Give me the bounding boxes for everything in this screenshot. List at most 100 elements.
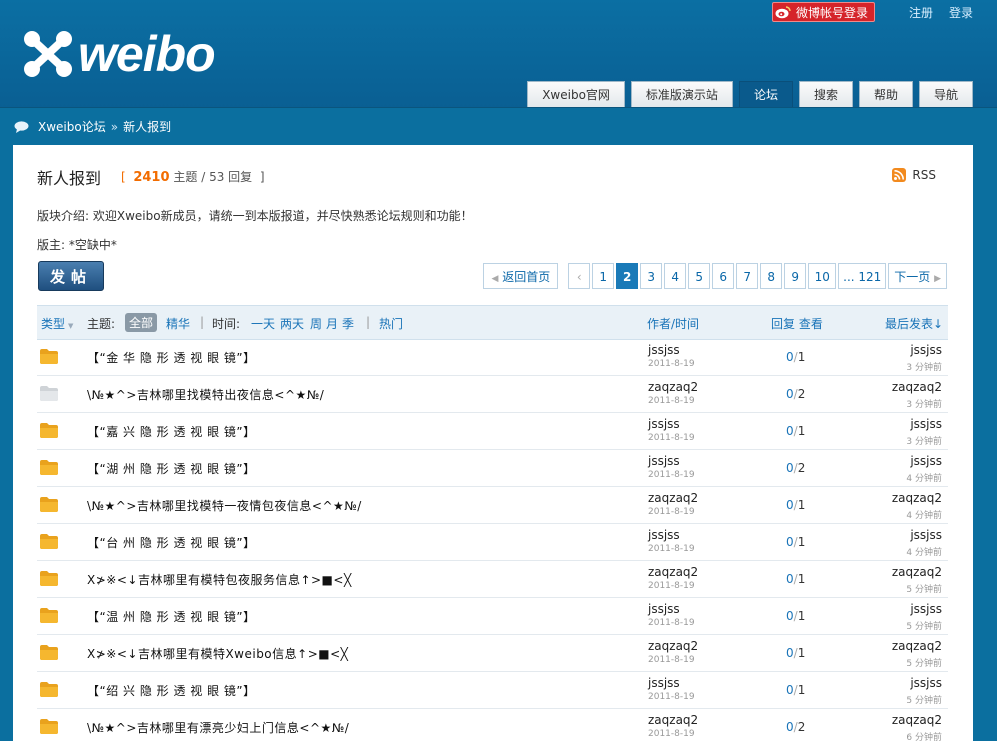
view-count: 2 (797, 387, 806, 401)
new-post-button[interactable]: 发帖 (38, 261, 104, 291)
column-last-post[interactable]: 最后发表↓ (885, 315, 943, 332)
column-author-time[interactable]: 作者/时间 (647, 315, 699, 332)
thread-author[interactable]: jssjss (648, 454, 680, 468)
last-post-user[interactable]: jssjss (910, 454, 942, 468)
nav-tab-demo-site[interactable]: 标准版演示站 (630, 81, 733, 107)
column-replies-views[interactable]: 回复 查看 (771, 315, 823, 332)
pager-page-3[interactable]: 3 (640, 263, 663, 289)
logo-text: weibo (78, 26, 216, 82)
last-post-user[interactable]: jssjss (910, 343, 942, 357)
register-link[interactable]: 注册 (909, 4, 933, 21)
thread-date: 2011-8-19 (648, 729, 695, 739)
pager-last-page[interactable]: ... 121 (838, 263, 887, 289)
nav-tab-search[interactable]: 搜索 (798, 81, 853, 107)
main-nav: Xweibo官网 标准版演示站 论坛 搜索 帮助 导航 (521, 81, 973, 108)
last-post-user[interactable]: jssjss (910, 602, 942, 616)
thread-row: \№★^>吉林哪里找模特一夜情包夜信息<^★№/ zaqzaq2 2011-8-19… (37, 487, 948, 524)
pagination: ◀ 返回首页 ‹ 1 2 3 4 5 6 7 8 9 10 ... 121 下一… (481, 263, 947, 289)
pager-page-8[interactable]: 8 (760, 263, 783, 289)
thread-title[interactable]: 【“绍 兴 隐 形 透 视 眼 镜”】 (87, 682, 256, 699)
thread-row: X≯※<↓吉林哪里有模特包夜服务信息↑>■<╳ zaqzaq2 2011-8-19 0… (37, 561, 948, 598)
filter-month[interactable]: 月 (326, 315, 338, 332)
nav-tab-help[interactable]: 帮助 (858, 81, 913, 107)
thread-author[interactable]: jssjss (648, 676, 680, 690)
breadcrumb-separator: » (110, 119, 119, 134)
thread-title[interactable]: 【“温 州 隐 形 透 视 眼 镜”】 (87, 608, 256, 625)
forum-stats: [ 2410 主题 / 53 回复 ] (121, 168, 265, 185)
forum-intro: 版块介绍: 欢迎Xweibo新成员，请统一到本版报道，并尽快熟悉论坛规则和功能！ (37, 209, 473, 223)
view-count: 1 (797, 683, 806, 697)
rss-link[interactable]: RSS (892, 168, 936, 182)
thread-author[interactable]: jssjss (648, 528, 680, 542)
thread-author[interactable]: zaqzaq2 (648, 713, 698, 727)
view-count: 1 (797, 609, 806, 623)
pager-page-6[interactable]: 6 (712, 263, 735, 289)
thread-title[interactable]: 【“湖 州 隐 形 透 视 眼 镜”】 (87, 460, 256, 477)
login-link[interactable]: 登录 (949, 4, 973, 21)
thread-author[interactable]: jssjss (648, 343, 680, 357)
last-post-user[interactable]: zaqzaq2 (892, 713, 942, 727)
thread-title[interactable]: 【“嘉 兴 隐 形 透 视 眼 镜”】 (87, 423, 256, 440)
pager-page-7[interactable]: 7 (736, 263, 759, 289)
last-post-user[interactable]: jssjss (910, 417, 942, 431)
filter-one-day[interactable]: 一天 (251, 315, 275, 332)
last-post-time: 3 分钟前 (906, 400, 942, 410)
breadcrumb-current: 新人报到 (123, 120, 172, 134)
filter-digest[interactable]: 精华 (166, 315, 190, 332)
thread-title[interactable]: \№★^>吉林哪里找模特一夜情包夜信息<^★№/ (87, 497, 362, 514)
last-post-user[interactable]: zaqzaq2 (892, 380, 942, 394)
stats-bracket-close: ] (259, 170, 265, 184)
folder-icon (40, 497, 58, 512)
pager-next[interactable]: 下一页 ▶ (888, 263, 947, 289)
weibo-x-logo-icon (24, 31, 72, 77)
thread-author[interactable]: zaqzaq2 (648, 565, 698, 579)
thread-title[interactable]: 【“台 州 隐 形 透 视 眼 镜”】 (87, 534, 256, 551)
pager-page-1[interactable]: 1 (592, 263, 615, 289)
reply-count-label: 回复 (228, 170, 253, 184)
sina-weibo-icon (775, 6, 791, 19)
last-post-user[interactable]: zaqzaq2 (892, 491, 942, 505)
filter-hot[interactable]: 热门 (379, 315, 403, 332)
nav-tab-navigation[interactable]: 导航 (918, 81, 973, 107)
nav-tab-xweibo-official[interactable]: Xweibo官网 (527, 81, 625, 107)
last-post-user[interactable]: jssjss (910, 528, 942, 542)
thread-author[interactable]: jssjss (648, 417, 680, 431)
pager-page-10[interactable]: 10 (808, 263, 837, 289)
pager-page-9[interactable]: 9 (784, 263, 807, 289)
pager-page-5[interactable]: 5 (688, 263, 711, 289)
forum-panel: 新人报到 [ 2410 主题 / 53 回复 ] RSS 版块介绍: 欢迎Xwe… (13, 145, 973, 741)
view-count: 1 (797, 498, 806, 512)
thread-date: 2011-8-19 (648, 618, 695, 628)
filter-week[interactable]: 周 (310, 315, 322, 332)
weibo-login-button[interactable]: 微博帐号登录 (771, 2, 875, 22)
thread-title[interactable]: 【“金 华 隐 形 透 视 眼 镜”】 (87, 349, 256, 366)
thread-title[interactable]: X≯※<↓吉林哪里有模特包夜服务信息↑>■<╳ (87, 571, 352, 588)
weibo-logo[interactable]: weibo (22, 26, 216, 82)
last-post-user[interactable]: jssjss (910, 676, 942, 690)
breadcrumb-home[interactable]: Xweibo论坛 (38, 118, 106, 135)
pager-page-4[interactable]: 4 (664, 263, 687, 289)
filter-type-dropdown[interactable]: 类型 (41, 315, 73, 332)
filter-all[interactable]: 全部 (125, 313, 158, 332)
thread-title[interactable]: X≯※<↓吉林哪里有模特Xweibo信息↑>■<╳ (87, 645, 348, 662)
thread-title[interactable]: \№★^>吉林哪里有漂亮少妇上门信息<^★№/ (87, 719, 349, 736)
filter-two-days[interactable]: 两天 (280, 315, 304, 332)
thread-stats: 0/1 (786, 535, 805, 549)
pager-next-label: 下一页 (894, 270, 931, 284)
last-post-user[interactable]: zaqzaq2 (892, 565, 942, 579)
pager-page-current[interactable]: 2 (616, 263, 639, 289)
filter-season[interactable]: 季 (342, 315, 354, 332)
reply-count: 0 (786, 387, 794, 401)
nav-tab-forum[interactable]: 论坛 (738, 81, 793, 108)
reply-count: 0 (786, 609, 794, 623)
pager-prev[interactable]: ‹ (568, 263, 591, 289)
last-post-user[interactable]: zaqzaq2 (892, 639, 942, 653)
thread-author[interactable]: zaqzaq2 (648, 380, 698, 394)
thread-title[interactable]: \№★^>吉林哪里找模特出夜信息<^★№/ (87, 386, 324, 403)
pager-home[interactable]: ◀ 返回首页 (483, 263, 559, 289)
thread-author[interactable]: jssjss (648, 602, 680, 616)
reply-count: 0 (786, 461, 794, 475)
thread-author[interactable]: zaqzaq2 (648, 491, 698, 505)
filter-time-label: 时间: (212, 317, 241, 331)
thread-author[interactable]: zaqzaq2 (648, 639, 698, 653)
